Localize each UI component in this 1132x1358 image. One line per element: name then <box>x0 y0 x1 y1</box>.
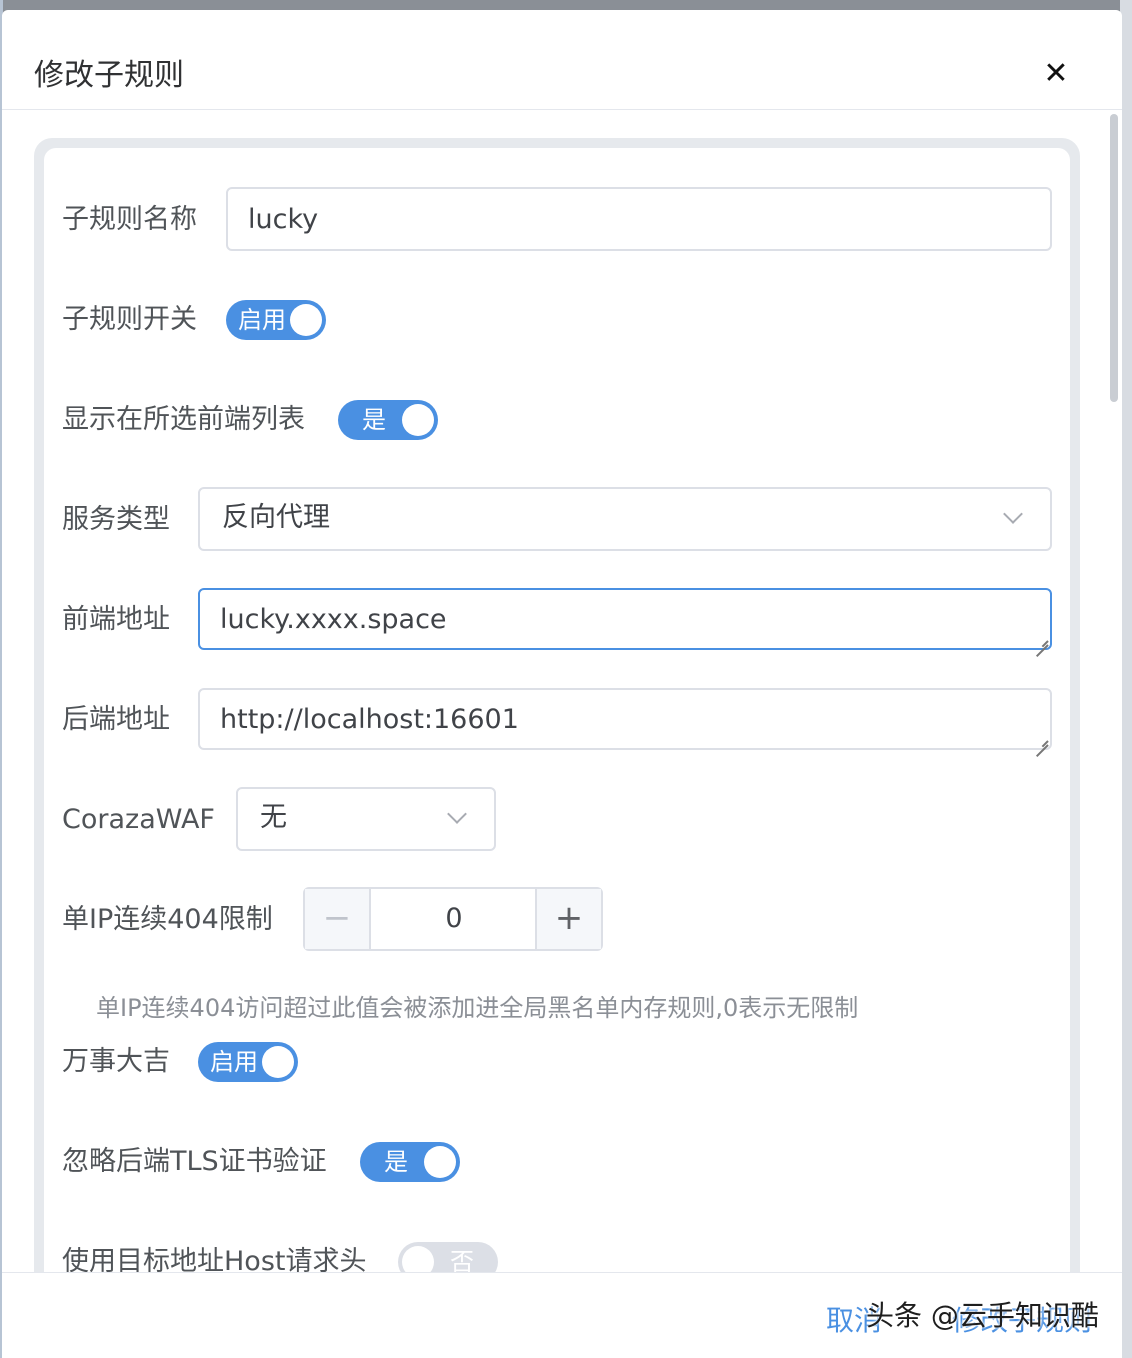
switch-knob <box>402 404 434 436</box>
chevron-down-icon <box>1003 504 1023 524</box>
increment-button[interactable]: + <box>535 889 601 949</box>
show-in-list-toggle[interactable]: 是 <box>338 400 438 440</box>
close-icon[interactable]: ✕ <box>1038 56 1074 92</box>
wanshi-daji-label: 万事大吉 <box>62 1046 170 1077</box>
chevron-down-icon <box>447 804 467 824</box>
ignore-tls-state: 是 <box>384 1148 408 1176</box>
service-type-value: 反向代理 <box>222 502 330 533</box>
rule-name-label: 子规则名称 <box>62 204 197 235</box>
wanshi-daji-state: 启用 <box>210 1048 258 1076</box>
switch-knob <box>290 304 322 336</box>
backend-address-label: 后端地址 <box>62 704 170 735</box>
ignore-tls-toggle[interactable]: 是 <box>360 1142 460 1182</box>
service-type-label: 服务类型 <box>62 504 170 535</box>
dialog-scrollbar-thumb[interactable] <box>1110 114 1118 402</box>
resize-handle-icon[interactable] <box>1036 634 1050 648</box>
rule-switch-state: 启用 <box>238 306 286 334</box>
edit-subrule-dialog: 修改子规则 ✕ 子规则名称 子规则开关 启用 显示在所选前端列表 是 服务类型 … <box>2 10 1122 1358</box>
rule-name-input[interactable] <box>226 187 1052 251</box>
switch-knob <box>424 1146 456 1178</box>
resize-handle-icon[interactable] <box>1036 734 1050 748</box>
rule-switch-toggle[interactable]: 启用 <box>226 300 326 340</box>
decrement-button[interactable]: − <box>305 889 371 949</box>
frontend-address-label: 前端地址 <box>62 604 170 635</box>
service-type-select[interactable]: 反向代理 <box>198 487 1052 551</box>
ip-404-limit-label: 单IP连续404限制 <box>62 904 273 935</box>
ignore-tls-label: 忽略后端TLS证书验证 <box>62 1146 327 1177</box>
ip-404-limit-value[interactable]: 0 <box>371 889 537 949</box>
dialog-header: 修改子规则 ✕ <box>2 10 1122 110</box>
coraza-waf-select[interactable]: 无 <box>236 787 496 851</box>
watermark-text: 头条 @云手知识酷 <box>866 1299 1099 1332</box>
show-in-list-label: 显示在所选前端列表 <box>62 404 305 435</box>
switch-knob <box>262 1046 294 1078</box>
coraza-waf-value: 无 <box>260 802 287 833</box>
wanshi-daji-toggle[interactable]: 启用 <box>198 1042 298 1082</box>
rule-switch-label: 子规则开关 <box>62 304 197 335</box>
frontend-address-input[interactable] <box>198 588 1052 650</box>
ip-404-limit-stepper: − 0 + <box>303 887 603 951</box>
ip-404-limit-hint: 单IP连续404访问超过此值会被添加进全局黑名单内存规则,0表示无限制 <box>96 994 859 1022</box>
dialog-title: 修改子规则 <box>34 58 184 93</box>
show-in-list-state: 是 <box>362 406 386 434</box>
backend-address-input[interactable] <box>198 688 1052 750</box>
coraza-waf-label: CorazaWAF <box>62 804 215 835</box>
